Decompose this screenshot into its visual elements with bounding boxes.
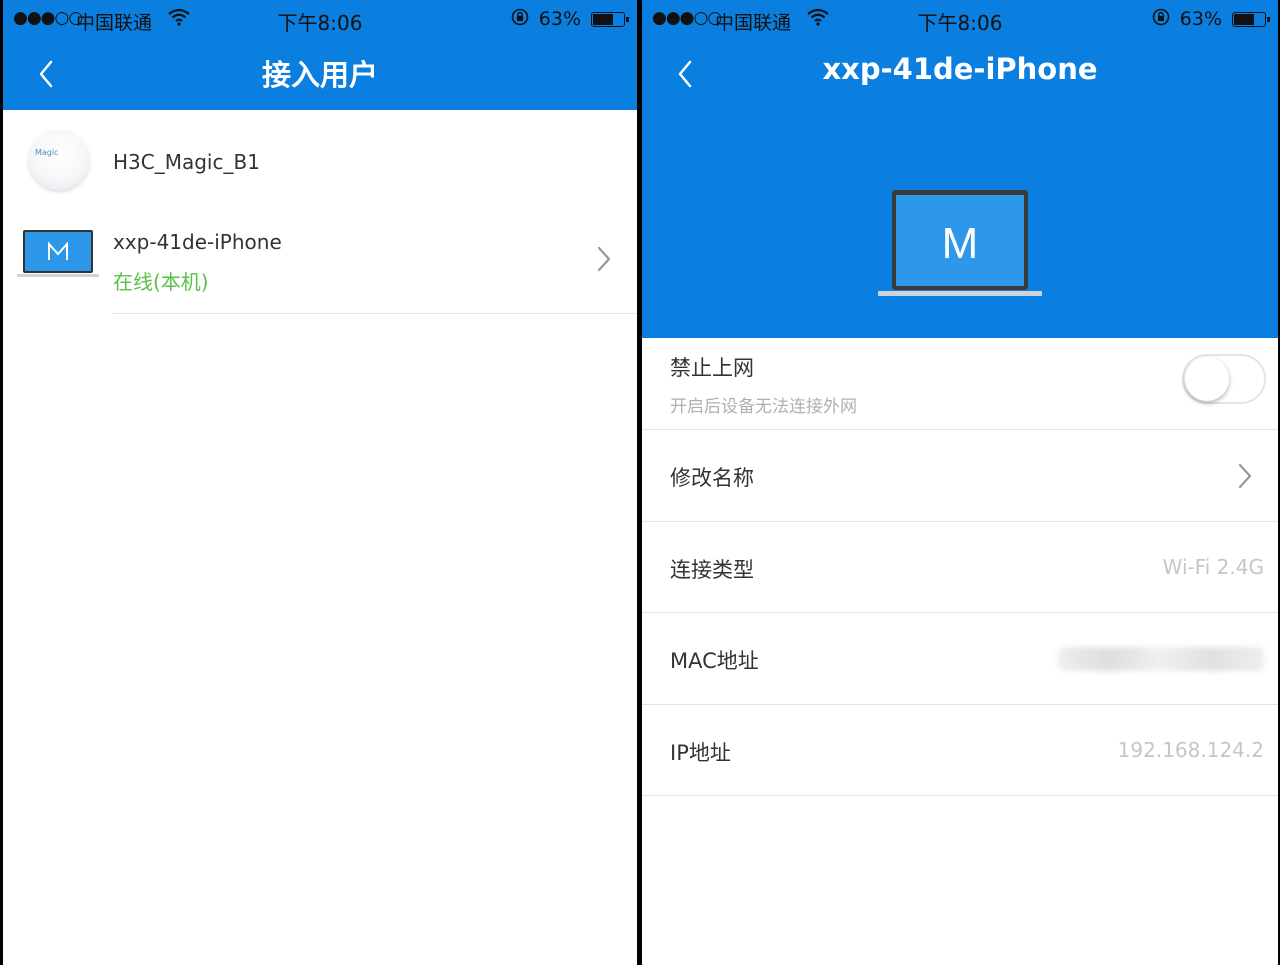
block-internet-label: 禁止上网	[670, 356, 754, 380]
battery-percent: 63%	[538, 8, 581, 30]
chevron-right-icon	[597, 246, 611, 272]
laptop-screen-letter: M	[942, 219, 979, 268]
connection-type-row: 连接类型 Wi-Fi 2.4G	[642, 522, 1278, 613]
toggle-knob	[1185, 357, 1229, 401]
router-icon: Magic	[29, 130, 89, 190]
list-divider	[113, 313, 637, 314]
page-title: 接入用户	[261, 58, 378, 92]
device-hero: M	[642, 110, 1278, 338]
device-status: 在线(本机)	[113, 270, 209, 294]
row-divider	[642, 795, 1278, 796]
access-users-screen: ●●●○○ 中国联通 下午8:06 63% 接入用户 Magic H3C_Mag…	[3, 0, 637, 965]
status-bar: ●●●○○ 中国联通 下午8:06 63%	[642, 0, 1278, 38]
device-name: H3C_Magic_B1	[113, 150, 260, 174]
status-bar: ●●●○○ 中国联通 下午8:06 63%	[3, 0, 637, 38]
laptop-icon: M	[878, 190, 1042, 296]
laptop-icon	[17, 230, 99, 277]
connection-type-label: 连接类型	[670, 558, 754, 582]
rename-label: 修改名称	[670, 466, 754, 490]
orientation-lock-icon	[1152, 8, 1170, 31]
block-internet-toggle[interactable]	[1182, 354, 1266, 404]
ip-value: 192.168.124.2	[1117, 738, 1264, 762]
page-title: xxp-41de-iPhone	[822, 52, 1098, 86]
block-internet-row: 禁止上网 开启后设备无法连接外网	[642, 338, 1278, 429]
battery-percent: 63%	[1179, 8, 1222, 30]
list-item-router[interactable]: Magic H3C_Magic_B1	[3, 128, 637, 198]
battery-icon	[591, 12, 629, 27]
list-item-phone[interactable]: xxp-41de-iPhone 在线(本机)	[3, 218, 637, 314]
mac-row: MAC地址	[642, 613, 1278, 704]
rename-row[interactable]: 修改名称	[642, 430, 1278, 521]
chevron-right-icon	[1238, 463, 1252, 489]
router-logo-text: Magic	[35, 148, 59, 157]
battery-icon	[1232, 12, 1270, 27]
ip-label: IP地址	[670, 741, 731, 765]
ip-row: IP地址 192.168.124.2	[642, 705, 1278, 796]
orientation-lock-icon	[511, 8, 529, 31]
block-internet-hint: 开启后设备无法连接外网	[670, 397, 857, 417]
connection-type-value: Wi-Fi 2.4G	[1162, 555, 1264, 579]
device-name: xxp-41de-iPhone	[113, 230, 282, 254]
mac-value-blurred	[1058, 647, 1264, 671]
mac-label: MAC地址	[670, 649, 759, 673]
nav-bar: 接入用户	[3, 38, 637, 110]
nav-bar: xxp-41de-iPhone	[642, 38, 1278, 110]
device-detail-screen: ●●●○○ 中国联通 下午8:06 63% xxp-41de-iPhone M …	[642, 0, 1278, 965]
